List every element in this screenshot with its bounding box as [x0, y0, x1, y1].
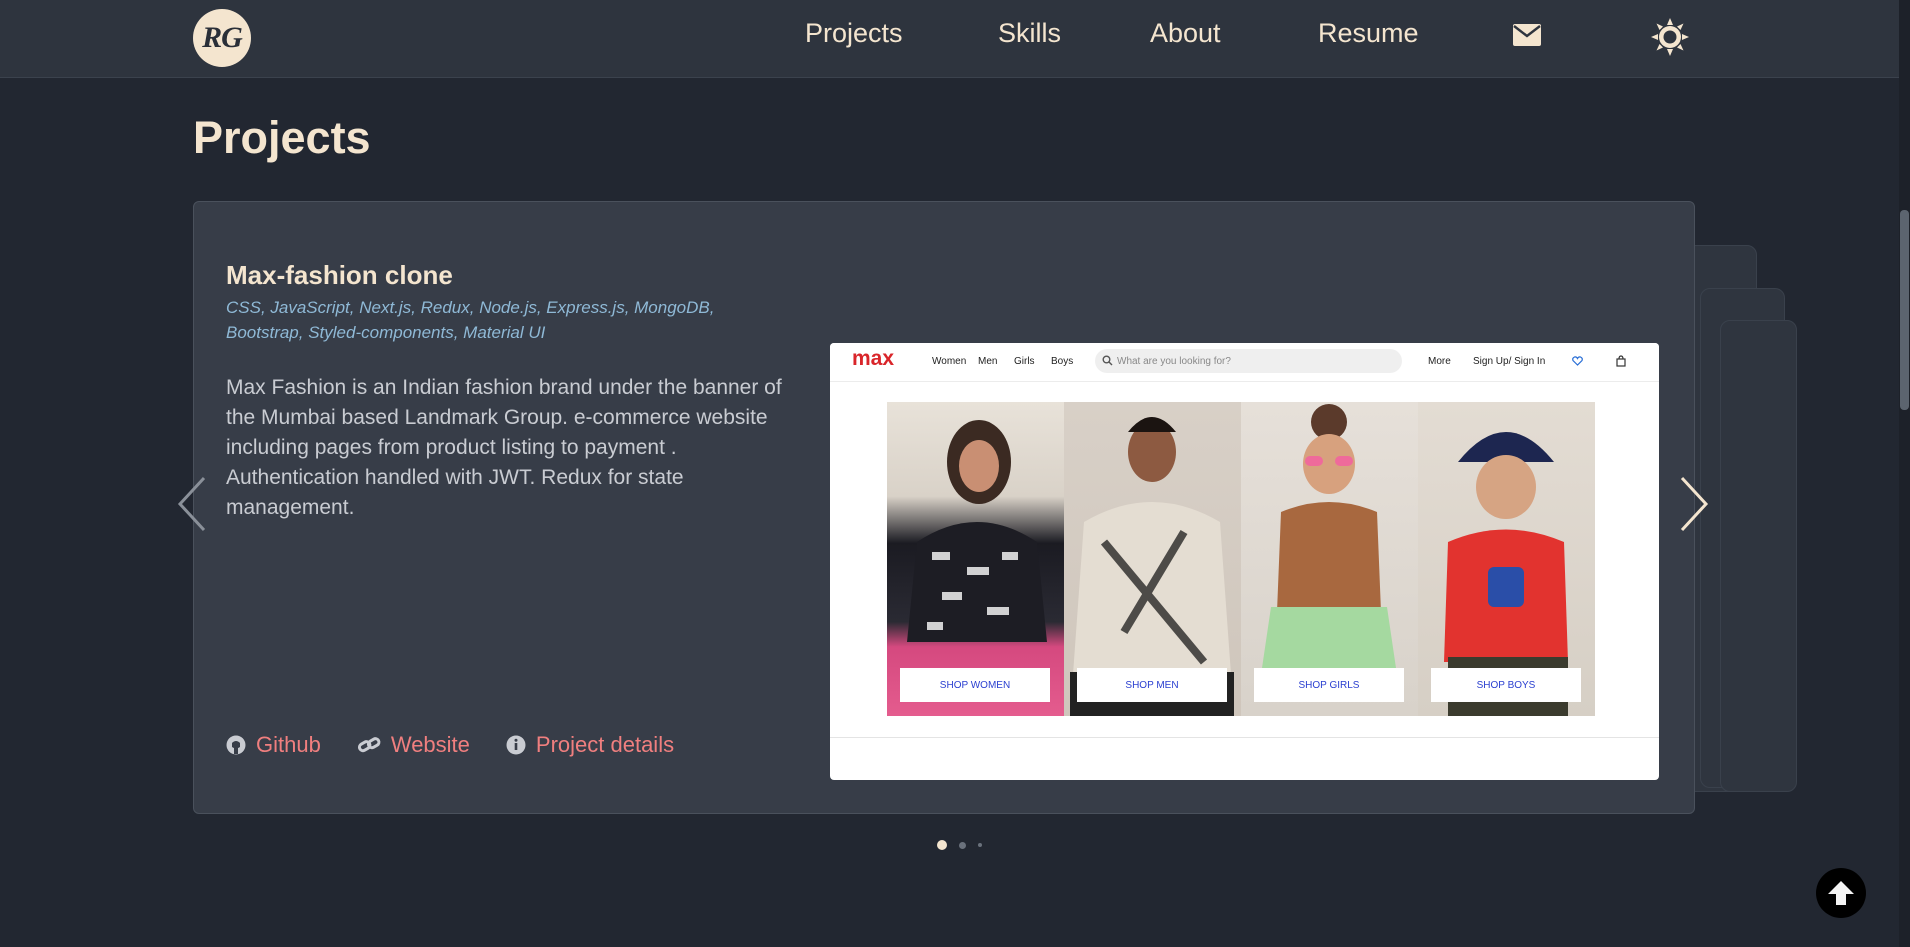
github-icon	[226, 735, 246, 755]
project-details-label: Project details	[535, 732, 675, 757]
arrow-up-icon	[1828, 881, 1854, 905]
github-label: Github	[256, 732, 321, 757]
promo-tile-men: SHOP MEN	[1064, 402, 1241, 716]
website-link[interactable]: Website	[357, 732, 470, 758]
project-screenshot: max Women Men Girls Boys What are you lo…	[830, 343, 1659, 780]
shop-women-button: SHOP WOMEN	[900, 668, 1050, 702]
carousel-dot[interactable]	[978, 843, 982, 847]
carousel-dot[interactable]	[959, 841, 966, 849]
site-more: More	[1428, 356, 1451, 367]
promo-tile-women: SHOP WOMEN	[887, 402, 1064, 716]
carousel-indicators	[937, 840, 982, 850]
shop-girls-button: SHOP GIRLS	[1254, 668, 1404, 702]
project-card: Max-fashion clone CSS, JavaScript, Next.…	[193, 201, 1695, 814]
envelope-icon[interactable]	[1513, 24, 1541, 51]
website-label: Website	[390, 732, 470, 757]
next-slide-preview	[1720, 320, 1797, 792]
link-icon	[357, 737, 381, 753]
page-scrollbar[interactable]	[1899, 0, 1910, 947]
github-link[interactable]: Github	[226, 732, 321, 758]
scrollbar-thumb[interactable]	[1900, 210, 1909, 410]
nav-resume[interactable]: Resume	[1318, 18, 1419, 49]
carousel-next-arrow[interactable]	[1678, 475, 1710, 538]
back-to-top-button[interactable]	[1816, 868, 1866, 918]
divider	[830, 737, 1659, 738]
project-links: Github Website Project details	[226, 732, 674, 758]
top-navbar: RG Projects Skills About Resume	[0, 0, 1899, 78]
site-header: max Women Men Girls Boys What are you lo…	[830, 343, 1659, 382]
nav-about[interactable]: About	[1150, 18, 1221, 49]
promo-tile-boys: SHOP BOYS	[1418, 402, 1595, 716]
project-description: Max Fashion is an Indian fashion brand u…	[226, 376, 782, 519]
site-nav-item: Men	[978, 356, 998, 367]
nav-skills[interactable]: Skills	[998, 18, 1061, 49]
project-title: Max-fashion clone	[226, 260, 453, 290]
site-nav-item: Boys	[1051, 356, 1074, 367]
site-signin: Sign Up/ Sign In	[1473, 356, 1546, 367]
promo-tile-girls: SHOP GIRLS	[1241, 402, 1418, 716]
site-nav-item: Women	[932, 356, 967, 367]
project-tech-stack: CSS, JavaScript, Next.js, Redux, Node.js…	[226, 298, 715, 342]
shop-men-button: SHOP MEN	[1077, 668, 1227, 702]
page-title: Projects	[193, 112, 371, 163]
nav-projects[interactable]: Projects	[805, 18, 903, 49]
bag-icon	[1616, 355, 1626, 367]
project-details-link[interactable]: Project details	[506, 732, 674, 758]
info-icon	[506, 735, 526, 755]
site-search-box: What are you looking for?	[1095, 349, 1402, 373]
sun-icon[interactable]	[1650, 17, 1690, 62]
carousel-dot-active[interactable]	[937, 840, 947, 850]
site-nav-item: Girls	[1014, 356, 1035, 367]
logo[interactable]: RG	[193, 9, 251, 67]
heart-icon	[1572, 356, 1583, 366]
shop-boys-button: SHOP BOYS	[1431, 668, 1581, 702]
site-logo: max	[852, 347, 895, 370]
search-icon	[1102, 355, 1113, 366]
carousel-prev-arrow[interactable]	[176, 475, 208, 538]
